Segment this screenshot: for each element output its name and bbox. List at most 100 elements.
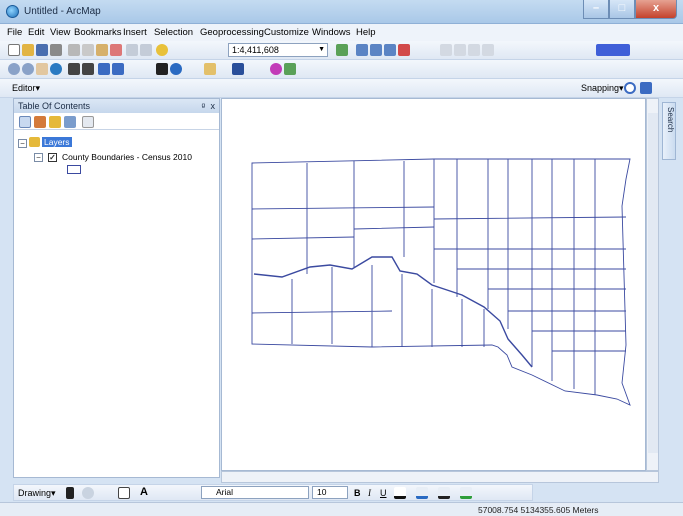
zoom-out-icon[interactable] xyxy=(22,63,34,75)
close-button[interactable]: x xyxy=(635,0,677,19)
arcmap-app-icon xyxy=(6,5,19,18)
redo-icon[interactable] xyxy=(140,44,152,56)
snap-point-icon[interactable] xyxy=(624,82,636,94)
print-icon[interactable] xyxy=(50,44,62,56)
standard-toolbar: 1:4,411,608 ▼ xyxy=(0,41,683,60)
auto-hide-pin-icon[interactable]: ᵍ xyxy=(202,99,205,113)
drawing-menu[interactable]: Drawing▾ xyxy=(18,488,56,499)
layers-group-node[interactable]: Layers xyxy=(42,137,72,148)
fill-color-icon[interactable] xyxy=(416,487,428,499)
menu-view[interactable]: View xyxy=(50,27,70,38)
scroll-thumb[interactable] xyxy=(648,113,658,453)
cut-icon[interactable] xyxy=(68,44,80,56)
delete-icon[interactable] xyxy=(110,44,122,56)
measure-icon[interactable] xyxy=(232,63,244,75)
menu-bar: File Edit View Bookmarks Insert Selectio… xyxy=(0,24,683,41)
map-display[interactable] xyxy=(221,98,646,471)
map-vertical-scrollbar[interactable] xyxy=(646,98,659,471)
layout-tool-2-icon[interactable] xyxy=(454,44,466,56)
color-swatch-icon[interactable] xyxy=(596,44,630,56)
find-binoculars-icon[interactable] xyxy=(204,63,216,75)
list-by-visibility-icon[interactable] xyxy=(49,116,61,128)
collapse-layer-icon[interactable]: − xyxy=(34,153,43,162)
window-title: Untitled - ArcMap xyxy=(24,6,101,17)
county-boundaries-map xyxy=(251,158,631,406)
toc-close-icon[interactable]: x xyxy=(211,99,216,113)
menu-insert[interactable]: Insert xyxy=(123,27,147,38)
hyperlink-icon[interactable] xyxy=(270,63,282,75)
font-color-icon[interactable] xyxy=(394,487,406,499)
select-arrow-icon[interactable] xyxy=(66,487,74,499)
select-elements-icon[interactable] xyxy=(156,63,168,75)
pan-hand-icon[interactable] xyxy=(36,63,48,75)
font-size-field[interactable]: 10 xyxy=(312,486,348,499)
save-icon[interactable] xyxy=(36,44,48,56)
minimize-button[interactable]: – xyxy=(583,0,609,19)
layer-symbol-swatch[interactable] xyxy=(67,165,81,174)
back-extent-icon[interactable] xyxy=(98,63,110,75)
layout-tool-1-icon[interactable] xyxy=(440,44,452,56)
arcmap-window: Untitled - ArcMap – □ x File Edit View B… xyxy=(0,0,683,516)
list-by-selection-icon[interactable] xyxy=(64,116,76,128)
menu-geoprocessing[interactable]: Geoprocessing xyxy=(200,27,264,38)
layer-name-label[interactable]: County Boundaries - Census 2010 xyxy=(62,152,192,163)
menu-windows[interactable]: Windows xyxy=(312,27,351,38)
zoom-in-icon[interactable] xyxy=(8,63,20,75)
add-data-icon[interactable] xyxy=(156,44,168,56)
menu-selection[interactable]: Selection xyxy=(154,27,193,38)
arctoolbox-icon[interactable] xyxy=(398,44,410,56)
bold-button[interactable]: B xyxy=(354,488,361,498)
undo-icon[interactable] xyxy=(126,44,138,56)
full-extent-icon[interactable] xyxy=(50,63,62,75)
list-by-drawing-order-icon[interactable] xyxy=(19,116,31,128)
editor-toolbar-icon[interactable] xyxy=(336,44,348,56)
fixed-zoom-in-icon[interactable] xyxy=(68,63,80,75)
editor-menu[interactable]: Editor▾ xyxy=(12,83,40,94)
tools-toolbar xyxy=(0,60,683,79)
layer-visibility-checkbox[interactable]: ✓ xyxy=(48,153,57,162)
maximize-button[interactable]: □ xyxy=(609,0,635,19)
line-color-icon[interactable] xyxy=(438,487,450,499)
time-slider-icon[interactable] xyxy=(284,63,296,75)
map-scale-value: 1:4,411,608 xyxy=(232,45,279,55)
text-tool-icon[interactable]: A xyxy=(140,486,148,498)
marker-color-icon[interactable] xyxy=(460,487,472,499)
menu-customize[interactable]: Customize xyxy=(264,27,309,38)
paste-icon[interactable] xyxy=(96,44,108,56)
rectangle-tool-icon[interactable] xyxy=(118,487,130,499)
map-scale-field[interactable]: 1:4,411,608 ▼ xyxy=(228,43,328,57)
window-controls: – □ x xyxy=(583,0,677,19)
list-by-source-icon[interactable] xyxy=(34,116,46,128)
menu-edit[interactable]: Edit xyxy=(28,27,44,38)
copy-icon[interactable] xyxy=(82,44,94,56)
cursor-coordinates: 57008.754 5134355.605 Meters xyxy=(478,505,599,515)
menu-bookmarks[interactable]: Bookmarks xyxy=(74,27,122,38)
toc-title: Table Of Contents xyxy=(18,101,91,111)
fixed-zoom-out-icon[interactable] xyxy=(82,63,94,75)
catalog-icon[interactable] xyxy=(370,44,382,56)
snap-end-icon[interactable] xyxy=(640,82,652,94)
menu-file[interactable]: File xyxy=(7,27,22,38)
underline-button[interactable]: U xyxy=(380,488,387,498)
search-window-icon[interactable] xyxy=(384,44,396,56)
search-side-tab[interactable]: Search xyxy=(662,102,676,160)
toc-options-icon[interactable] xyxy=(82,116,94,128)
new-document-icon[interactable] xyxy=(8,44,20,56)
chevron-down-icon[interactable]: ▼ xyxy=(318,44,325,56)
layers-folder-icon xyxy=(29,137,40,147)
snapping-menu[interactable]: Snapping▾ xyxy=(581,83,624,94)
italic-button[interactable]: I xyxy=(368,488,371,498)
layout-tool-3-icon[interactable] xyxy=(468,44,480,56)
rotate-icon[interactable] xyxy=(82,487,94,499)
drawing-toolbar: Drawing▾ A Arial 10 B I U xyxy=(13,484,533,501)
table-of-contents-icon[interactable] xyxy=(356,44,368,56)
layers-group-label: Layers xyxy=(42,137,72,147)
forward-extent-icon[interactable] xyxy=(112,63,124,75)
font-name-field[interactable]: Arial xyxy=(201,486,309,499)
map-horizontal-scrollbar[interactable] xyxy=(221,471,659,483)
collapse-layers-icon[interactable]: − xyxy=(18,139,27,148)
layout-tool-4-icon[interactable] xyxy=(482,44,494,56)
identify-icon[interactable] xyxy=(170,63,182,75)
open-folder-icon[interactable] xyxy=(22,44,34,56)
menu-help[interactable]: Help xyxy=(356,27,376,38)
